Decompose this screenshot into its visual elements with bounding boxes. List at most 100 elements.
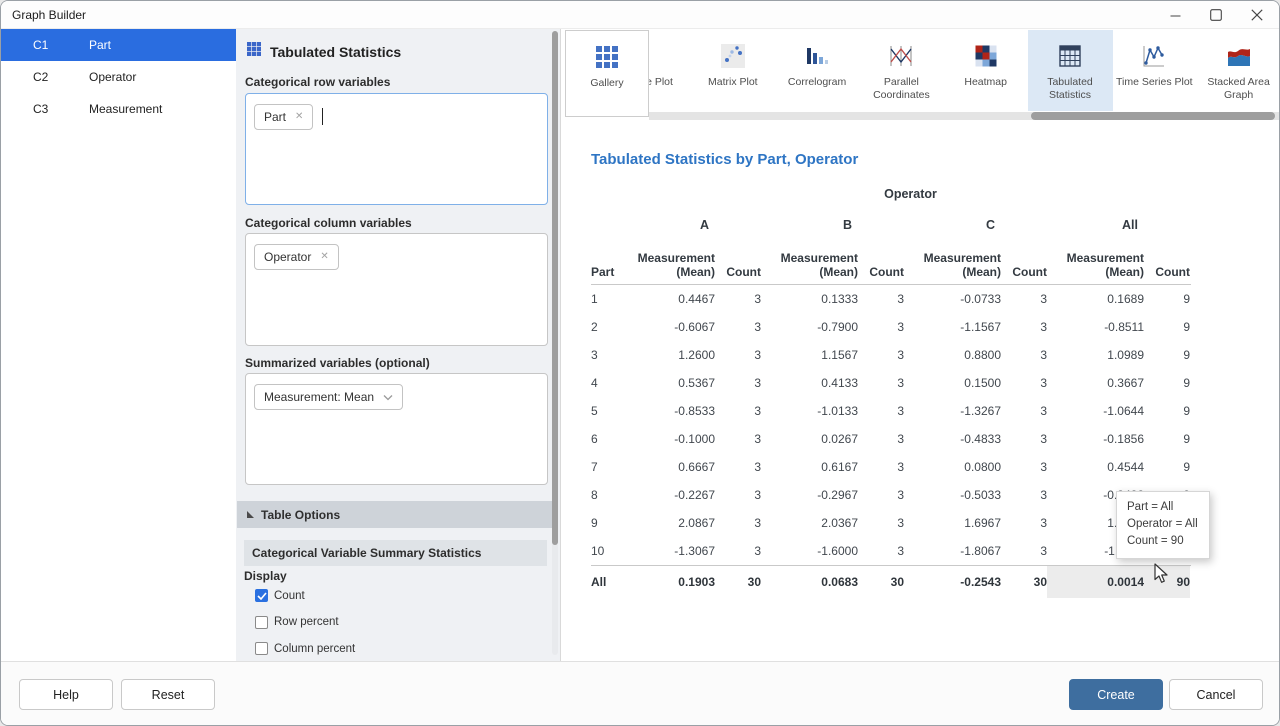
value-cell: 3 — [715, 537, 761, 565]
value-cell: 0.8800 — [904, 341, 1001, 369]
value-cell: 3 — [858, 369, 904, 397]
panel-scrollbar[interactable] — [552, 31, 558, 655]
chip-label: Operator — [264, 250, 311, 264]
value-cell: 9 — [1144, 341, 1190, 369]
value-cell: -0.7900 — [761, 313, 858, 341]
gallery-horizontal-scrollbar[interactable] — [649, 112, 1280, 120]
gallery-tab-correlogram[interactable]: Correlogram — [775, 30, 860, 111]
help-button[interactable]: Help — [19, 679, 113, 710]
gallery-tab-time-series-plot[interactable]: Time Series Plot — [1112, 30, 1197, 111]
value-cell: 3 — [858, 481, 904, 509]
value-cell: -0.1856 — [1047, 425, 1144, 453]
gallery-scrollbar-thumb[interactable] — [1031, 112, 1275, 120]
checkbox-checked-icon[interactable] — [255, 589, 268, 602]
heatmap-icon — [973, 43, 999, 69]
summarized-variables-field[interactable]: Measurement: Mean — [245, 373, 548, 485]
value-cell: -1.3267 — [904, 397, 1001, 425]
value-cell: 3 — [858, 453, 904, 481]
table-row: 8-0.22673-0.29673-0.50333-0.34229 — [591, 481, 1191, 509]
results-title: Tabulated Statistics by Part, Operator — [591, 151, 858, 168]
value-cell: 3 — [858, 425, 904, 453]
maximize-icon[interactable] — [1210, 9, 1222, 21]
variable-chip[interactable]: Measurement: Mean — [254, 384, 403, 410]
table-group-header-row: Operator — [591, 179, 1191, 209]
gallery-button[interactable]: Gallery — [565, 30, 649, 117]
sidebar-item-operator[interactable]: C2Operator — [1, 61, 236, 93]
remove-chip-icon[interactable]: ✕ — [295, 112, 303, 122]
total-value-cell[interactable]: 0.0014 — [1047, 566, 1144, 598]
gallery-tab-matrix-plot[interactable]: Matrix Plot — [690, 30, 775, 111]
summary-statistics-section: Categorical Variable Summary Statistics — [244, 540, 547, 566]
value-cell: 3 — [1001, 397, 1047, 425]
column-list-sidebar: C1PartC2OperatorC3Measurement — [1, 29, 236, 661]
part-cell: 2 — [591, 313, 631, 341]
value-cell: -0.2967 — [761, 481, 858, 509]
value-cell: 3 — [858, 285, 904, 313]
chevron-down-icon[interactable] — [383, 390, 393, 404]
table-options-section[interactable]: Table Options — [237, 501, 552, 528]
gallery-tab-label: Correlogram — [775, 76, 859, 89]
gallery-tab-label: Heatmap — [944, 76, 1028, 89]
table-total-row: All0.1903300.068330-0.2543300.001490 — [591, 565, 1191, 597]
column-variables-field[interactable]: Operator ✕ — [245, 233, 548, 346]
part-cell: 8 — [591, 481, 631, 509]
table-row: 92.086732.036731.696731.94009 — [591, 509, 1191, 537]
value-cell: 3 — [1001, 537, 1047, 565]
value-cell: -0.4833 — [904, 425, 1001, 453]
checkbox-count[interactable]: Count — [255, 589, 305, 602]
footer-bar: Help Reset Create Cancel — [1, 661, 1279, 726]
value-cell: 0.1333 — [761, 285, 858, 313]
cancel-button[interactable]: Cancel — [1169, 679, 1263, 710]
variable-chip[interactable]: Part✕ — [254, 104, 313, 130]
value-cell: 3 — [1001, 481, 1047, 509]
value-cell: 9 — [1144, 285, 1190, 313]
value-cell: 3 — [715, 481, 761, 509]
row-variables-field[interactable]: Part✕ — [245, 93, 548, 205]
value-cell: 3 — [715, 453, 761, 481]
checkbox-unchecked-icon[interactable] — [255, 642, 268, 655]
remove-chip-icon[interactable]: ✕ — [320, 252, 328, 262]
sidebar-item-part[interactable]: C1Part — [1, 29, 236, 61]
value-cell: 3 — [1001, 313, 1047, 341]
value-cell: -1.0133 — [761, 397, 858, 425]
gallery-tab-stacked-area-graph[interactable]: Stacked Area Graph — [1196, 30, 1280, 111]
parallel-coordinates-icon — [888, 43, 914, 69]
close-icon[interactable] — [1251, 9, 1263, 21]
gallery-tab-tabulated-statistics[interactable]: Tabulated Statistics — [1028, 30, 1113, 111]
minimize-icon[interactable] — [1169, 9, 1181, 21]
checkbox-row-percent[interactable]: Row percent — [255, 616, 339, 629]
text-caret — [322, 108, 323, 125]
create-button[interactable]: Create — [1069, 679, 1163, 710]
value-cell: 1.0989 — [1047, 341, 1144, 369]
value-cell: 3 — [1001, 285, 1047, 313]
tabulated-statistics-icon — [246, 41, 262, 62]
table-options-label: Table Options — [261, 508, 340, 522]
gallery-tab-label: Matrix Plot — [691, 76, 775, 89]
reset-button[interactable]: Reset — [121, 679, 215, 710]
variable-chip[interactable]: Operator ✕ — [254, 244, 339, 270]
part-cell: 3 — [591, 341, 631, 369]
value-cell: -0.5033 — [904, 481, 1001, 509]
value-cell: -0.2267 — [631, 481, 715, 509]
column-name: Part — [89, 38, 111, 52]
sidebar-item-measurement[interactable]: C3Measurement — [1, 93, 236, 125]
total-value-cell: 30 — [715, 566, 761, 598]
count-column-header: Count — [1144, 265, 1190, 279]
column-id: C1 — [33, 38, 89, 52]
gallery-tab-label: Stacked Area Graph — [1197, 76, 1280, 102]
value-cell: 0.4467 — [631, 285, 715, 313]
checkbox-column-percent[interactable]: Column percent — [255, 642, 355, 655]
total-value-cell: 30 — [1001, 566, 1047, 598]
total-value-cell: 30 — [858, 566, 904, 598]
column-name: Measurement — [89, 102, 162, 116]
checkbox-unchecked-icon[interactable] — [255, 616, 268, 629]
value-cell: 1.1567 — [761, 341, 858, 369]
tabulated-statistics-icon — [1057, 43, 1083, 69]
operator-level-all: All — [1047, 209, 1144, 241]
count-column-header: Count — [1001, 265, 1047, 279]
window-title: Graph Builder — [12, 1, 86, 29]
panel-scrollbar-thumb[interactable] — [552, 31, 558, 545]
gallery-tab-heatmap[interactable]: Heatmap — [943, 30, 1028, 111]
gallery-tab-parallel-coordinates[interactable]: Parallel Coordinates — [859, 30, 944, 111]
operator-level-b: B — [761, 209, 858, 241]
